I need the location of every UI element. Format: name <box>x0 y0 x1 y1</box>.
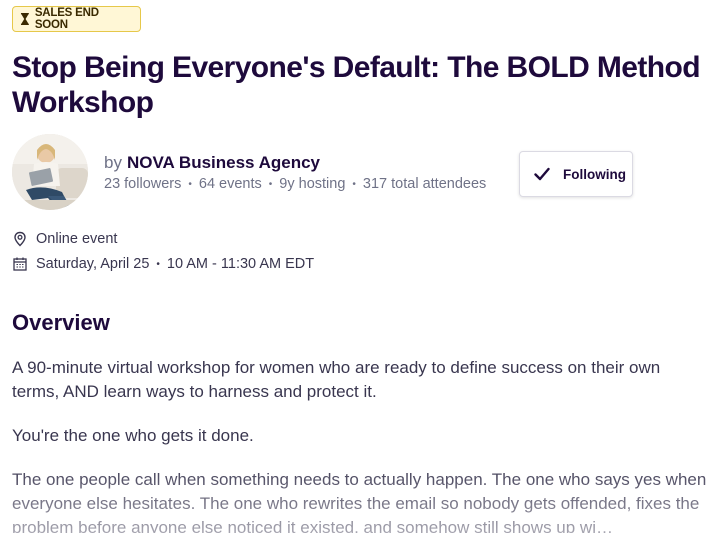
total-attendees: 317 total attendees <box>362 176 487 192</box>
event-title: Stop Being Everyone's Default: The BOLD … <box>12 51 701 119</box>
organizer-photo <box>12 134 88 210</box>
separator-dot: • <box>352 178 356 190</box>
events-count: 64 events <box>198 176 262 192</box>
badge-label: SALES END SOON <box>34 7 99 31</box>
overview-heading: Overview <box>12 310 110 335</box>
overview-paragraph: A 90-minute virtual workshop for women w… <box>12 358 661 401</box>
event-time: 10 AM - 11:30 AM EDT <box>166 256 315 272</box>
following-button[interactable]: Following <box>519 151 633 197</box>
overview-paragraph: The one people call when something needs… <box>12 468 711 533</box>
followers-count: 23 followers <box>104 176 182 192</box>
location-row: Online event <box>12 231 117 247</box>
separator-dot: • <box>156 258 160 270</box>
organizer-name-link[interactable]: NOVA Business Agency <box>127 153 320 172</box>
organizer-name-line: by NOVA Business Agency <box>104 152 486 174</box>
event-page: SALES END SOON Stop Being Everyone's Def… <box>0 0 711 533</box>
organizer-stats: 23 followers • 64 events • 9y hosting • … <box>104 176 486 192</box>
overview-paragraph-text: The one people call when something needs… <box>12 470 707 533</box>
sales-end-soon-badge: SALES END SOON <box>12 6 141 32</box>
calendar-icon <box>13 257 27 271</box>
hourglass-icon <box>20 13 29 25</box>
organizer-info: by NOVA Business Agency 23 followers • 64… <box>104 152 486 192</box>
event-date: Saturday, April 25 <box>36 256 150 272</box>
overview-paragraph: You're the one who gets it done. <box>12 426 254 445</box>
check-icon <box>534 167 550 181</box>
by-label: by <box>104 153 122 172</box>
organizer-avatar[interactable] <box>12 134 88 210</box>
separator-dot: • <box>268 178 273 190</box>
hosting-duration: 9y hosting <box>279 176 346 192</box>
location-pin-icon <box>14 231 26 247</box>
separator-dot: • <box>188 178 192 190</box>
date-time-row: Saturday, April 25 • 10 AM - 11:30 AM ED… <box>12 256 314 272</box>
following-button-label: Following <box>563 166 626 182</box>
location-text: Online event <box>36 231 118 247</box>
